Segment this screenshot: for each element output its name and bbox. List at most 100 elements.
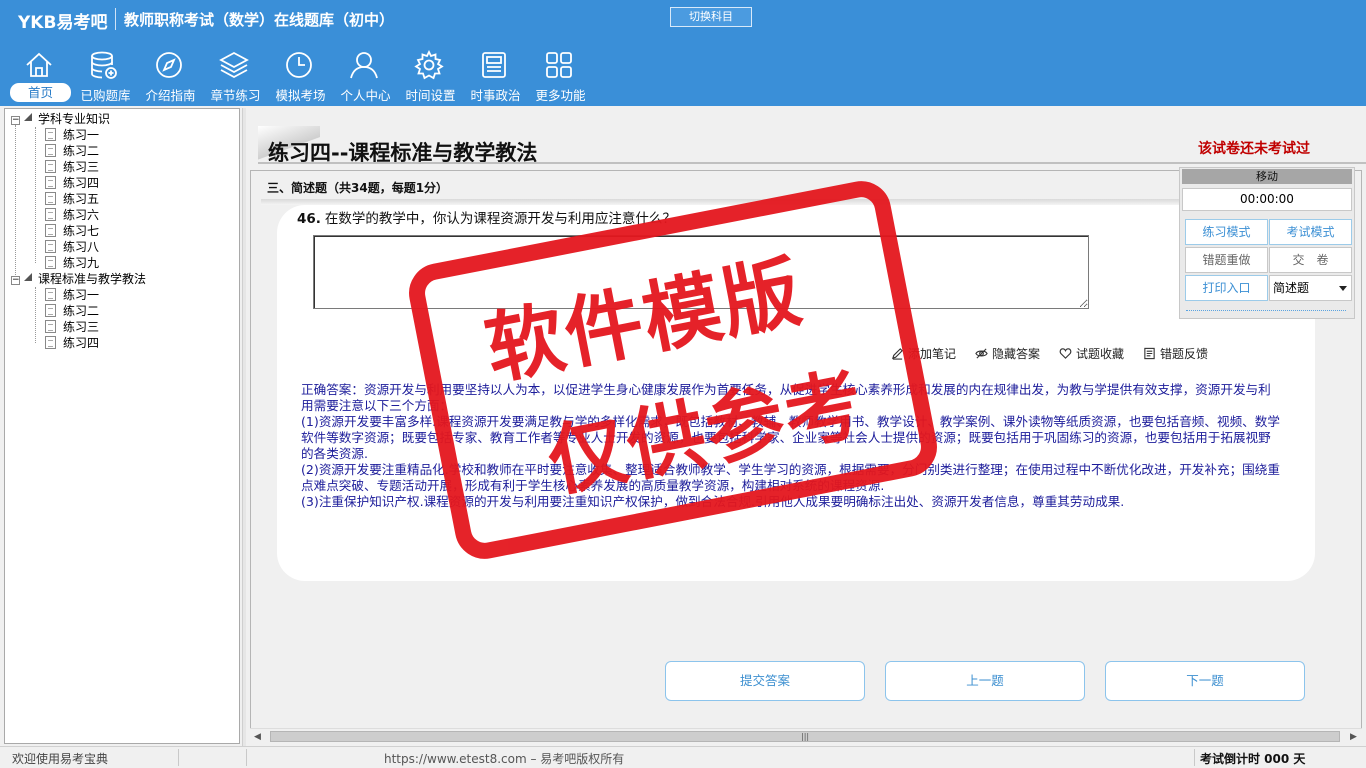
question-type-value: 简述题 xyxy=(1273,281,1310,295)
previous-question-button[interactable]: 上一题 xyxy=(885,661,1085,701)
question-number: 46. xyxy=(297,211,321,227)
correct-answer: 正确答案：资源开发与利用要坚持以人为本，以促进学生身心健康发展作为首要任务，从促… xyxy=(301,382,1281,510)
eye-off-icon xyxy=(975,348,988,359)
practice-mode-button[interactable]: 练习模式 xyxy=(1185,219,1268,245)
exam-mode-button[interactable]: 考试模式 xyxy=(1269,219,1352,245)
collapse-icon[interactable]: − xyxy=(11,116,20,125)
nav-guide-label: 介绍指南 xyxy=(145,88,196,103)
document-icon xyxy=(45,192,56,205)
welcome-text: 欢迎使用易考宝典 xyxy=(12,752,109,766)
tree-item-label: 练习七 xyxy=(63,224,100,238)
question-type-select[interactable]: 简述题 xyxy=(1269,275,1352,301)
correct-answer-point-1: (1)资源开发要丰富多样.课程资源开发要满足教与学的多样化需求，既包括教材、教辅… xyxy=(301,414,1280,461)
exam-control-panel: 移动 00:00:00 练习模式 考试模式 错题重做 交 卷 打印入口 简述题 xyxy=(1179,167,1355,319)
scroll-right-icon[interactable]: ▶ xyxy=(1350,732,1357,742)
home-icon xyxy=(26,52,52,77)
nav-mock-exam[interactable]: 模拟考场 xyxy=(268,48,333,104)
document-icon xyxy=(45,304,56,317)
status-bar: 欢迎使用易考宝典 https://www.etest8.com – 易考吧版权所… xyxy=(0,746,1366,768)
tree-group-curriculum-standards[interactable]: − 课程标准与教学教法 xyxy=(11,271,146,287)
app-title: 教师职称考试（数学）在线题库（初中） xyxy=(124,11,395,29)
tree-item[interactable]: 练习五 xyxy=(45,191,99,207)
nav-time-settings[interactable]: 时间设置 xyxy=(398,48,463,104)
document-icon xyxy=(45,336,56,349)
gear-icon xyxy=(414,50,444,80)
tree-item[interactable]: 练习七 xyxy=(45,223,99,239)
nav-home[interactable]: 首页 xyxy=(8,48,73,104)
tree-item-label: 练习九 xyxy=(63,256,100,270)
tree-item-label: 练习一 xyxy=(63,288,100,302)
hand-in-button[interactable]: 交 卷 xyxy=(1269,247,1352,273)
nav-chapter-practice[interactable]: 章节练习 xyxy=(203,48,268,104)
switch-subject-button[interactable]: 切换科目 xyxy=(670,7,752,27)
add-note-button[interactable]: 添加笔记 xyxy=(891,345,956,362)
report-error-button[interactable]: 错题反馈 xyxy=(1143,345,1208,362)
tree-item[interactable]: 练习四 xyxy=(45,175,99,191)
tree-item-label: 练习四 xyxy=(63,176,100,190)
nav-more[interactable]: 更多功能 xyxy=(528,48,593,104)
clock-icon xyxy=(286,52,312,78)
nav-time-settings-label: 时间设置 xyxy=(405,88,456,103)
tree-item[interactable]: 练习三 xyxy=(45,319,99,335)
redo-wrong-button[interactable]: 错题重做 xyxy=(1185,247,1268,273)
app-logo: YKB易考吧 xyxy=(18,13,108,33)
document-icon xyxy=(45,240,56,253)
next-question-button[interactable]: 下一题 xyxy=(1105,661,1305,701)
status-divider xyxy=(178,749,179,766)
document-icon xyxy=(45,144,56,157)
nav-guide[interactable]: 介绍指南 xyxy=(138,48,203,104)
scrollbar-thumb[interactable]: ||| xyxy=(270,731,1340,742)
document-icon xyxy=(45,160,56,173)
tree-connector xyxy=(35,287,36,343)
tree-item[interactable]: 练习六 xyxy=(45,207,99,223)
nav-purchased[interactable]: 已购题库 xyxy=(73,48,138,104)
title-underline xyxy=(258,162,1366,164)
tree-item-selected[interactable]: 练习四 xyxy=(45,335,99,351)
move-handle[interactable]: 移动 xyxy=(1182,169,1352,184)
folder-icon xyxy=(24,273,32,281)
tree-connector xyxy=(35,127,36,263)
answer-input[interactable] xyxy=(313,235,1089,309)
tree-item[interactable]: 练习一 xyxy=(45,127,99,143)
tree-item-label: 练习四 xyxy=(63,336,100,350)
exam-status: 该试卷还未考试过 xyxy=(1198,141,1310,157)
section-header: 三、简述题（共34题，每题1分） xyxy=(267,181,449,195)
question-stem: 在数学的教学中，你认为课程资源开发与利用应注意什么？ xyxy=(324,211,676,227)
horizontal-scrollbar[interactable]: ◀ ||| ▶ xyxy=(250,728,1362,744)
logo-divider xyxy=(115,8,116,30)
nav-personal-center-label: 个人中心 xyxy=(340,88,391,103)
nav-personal-center[interactable]: 个人中心 xyxy=(333,48,398,104)
status-divider xyxy=(1194,749,1195,766)
hide-answer-label: 隐藏答案 xyxy=(992,347,1041,361)
tree-item[interactable]: 练习九 xyxy=(45,255,99,271)
folder-icon xyxy=(24,113,32,121)
tree-item-label: 练习二 xyxy=(63,304,100,318)
collapse-icon[interactable]: − xyxy=(11,276,20,285)
tree-item[interactable]: 练习二 xyxy=(45,303,99,319)
tree-item[interactable]: 练习三 xyxy=(45,159,99,175)
tree-item-label: 练习二 xyxy=(63,144,100,158)
database-icon xyxy=(91,51,117,79)
submit-answer-button[interactable]: 提交答案 xyxy=(665,661,865,701)
tree-item-label: 练习三 xyxy=(63,160,100,174)
tree-group-subject-knowledge[interactable]: − 学科专业知识 xyxy=(11,111,110,127)
grip-icon: ||| xyxy=(801,732,810,741)
document-icon xyxy=(45,256,56,269)
scroll-left-icon[interactable]: ◀ xyxy=(254,732,261,742)
nav-current-affairs[interactable]: 时事政治 xyxy=(463,48,528,104)
print-button[interactable]: 打印入口 xyxy=(1185,275,1268,301)
tree-item[interactable]: 练习一 xyxy=(45,287,99,303)
favorite-button[interactable]: 试题收藏 xyxy=(1059,345,1124,362)
app-header: YKB易考吧 教师职称考试（数学）在线题库（初中） 切换科目 首页 已购题库 介… xyxy=(0,0,1366,106)
document-icon xyxy=(45,176,56,189)
question-card: 46. 在数学的教学中，你认为课程资源开发与利用应注意什么？ 添加笔记 隐藏答案 … xyxy=(277,205,1315,581)
tree-item[interactable]: 练习二 xyxy=(45,143,99,159)
nav-purchased-label: 已购题库 xyxy=(80,88,131,103)
tree-item[interactable]: 练习八 xyxy=(45,239,99,255)
tree-group-label: 学科专业知识 xyxy=(38,112,111,126)
hide-answer-button[interactable]: 隐藏答案 xyxy=(975,345,1040,362)
layers-icon xyxy=(219,51,249,79)
add-note-label: 添加笔记 xyxy=(908,347,957,361)
nav-more-label: 更多功能 xyxy=(535,88,586,103)
tree-item-label: 练习八 xyxy=(63,240,100,254)
